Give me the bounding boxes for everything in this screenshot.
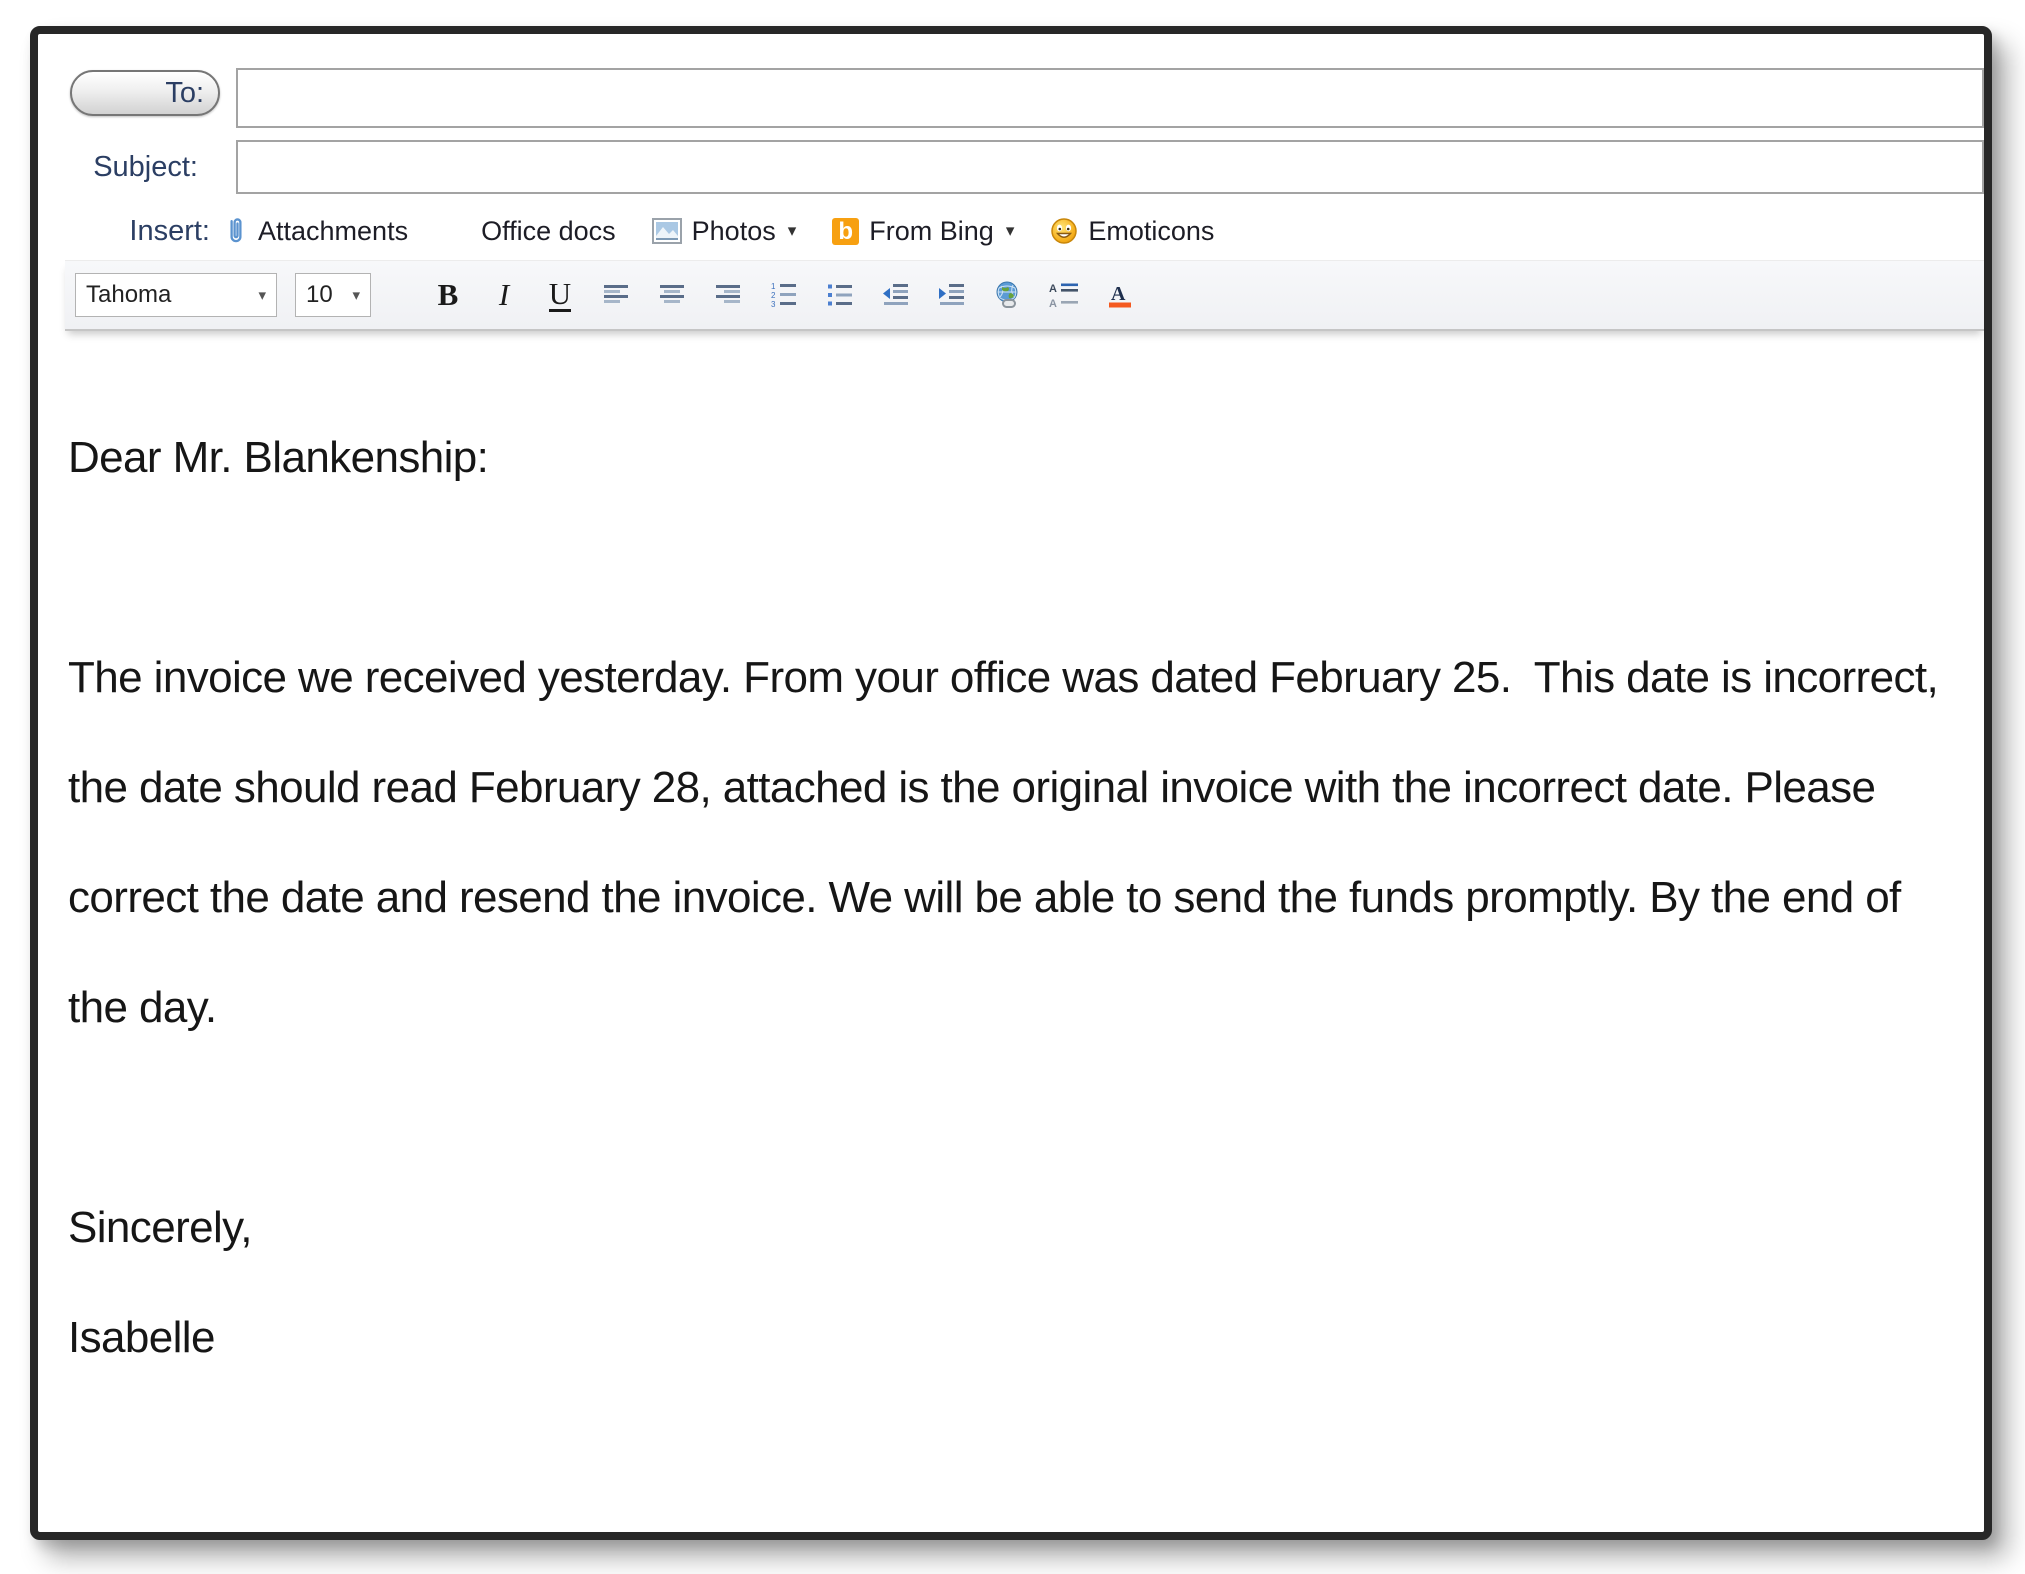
formatting-toolbar: Tahoma ▾ 10 ▾ B I U xyxy=(65,260,1984,331)
align-right-icon xyxy=(713,280,743,310)
italic-button[interactable]: I xyxy=(483,273,525,317)
insert-photos-button[interactable]: Photos ▾ xyxy=(652,216,797,247)
insert-toolbar: Insert: Attachments Office docs xyxy=(38,210,1984,252)
svg-text:A: A xyxy=(1111,283,1126,305)
closing-text: Sincerely, xyxy=(68,1173,1954,1283)
font-size-value: 10 xyxy=(306,281,333,309)
font-color-button[interactable]: A xyxy=(1099,273,1141,317)
font-size-select[interactable]: 10 ▾ xyxy=(295,273,371,317)
smiley-icon xyxy=(1050,217,1078,245)
subject-label: Subject: xyxy=(93,151,220,184)
indent-icon xyxy=(937,280,967,310)
align-center-button[interactable] xyxy=(651,273,693,317)
svg-text:2: 2 xyxy=(771,291,776,300)
font-family-value: Tahoma xyxy=(86,281,171,309)
insert-emoticons-button[interactable]: Emoticons xyxy=(1050,216,1214,247)
subject-input[interactable] xyxy=(236,140,1984,194)
outdent-icon xyxy=(881,280,911,310)
paragraph-text: The invoice we received yesterday. From … xyxy=(68,623,1954,1063)
numbered-list-icon: 1 2 3 xyxy=(769,280,799,310)
to-button[interactable]: To: xyxy=(70,70,220,116)
insert-item-label: From Bing xyxy=(869,216,994,247)
font-family-select[interactable]: Tahoma ▾ xyxy=(75,273,277,317)
insert-item-label: Attachments xyxy=(258,216,408,247)
numbered-list-button[interactable]: 1 2 3 xyxy=(763,273,805,317)
insert-item-label: Emoticons xyxy=(1088,216,1214,247)
svg-text:A: A xyxy=(1049,283,1057,295)
insert-item-label: Photos xyxy=(692,216,776,247)
insert-from-bing-button[interactable]: b From Bing ▾ xyxy=(832,216,1014,247)
italic-label: I xyxy=(499,277,509,313)
signature-text: Isabelle xyxy=(68,1283,1954,1393)
email-compose-window: To: Subject: Insert: Attachments xyxy=(30,26,1992,1540)
insert-label: Insert: xyxy=(129,215,220,248)
insert-link-globe-icon xyxy=(993,280,1023,310)
svg-text:A: A xyxy=(1049,298,1057,310)
subject-row: Subject: xyxy=(38,140,1984,194)
align-left-icon xyxy=(601,280,631,310)
dropdown-caret-icon: ▾ xyxy=(352,286,360,304)
outdent-button[interactable] xyxy=(875,273,917,317)
align-center-icon xyxy=(657,280,687,310)
insert-attachments-button[interactable]: Attachments xyxy=(224,216,408,247)
font-color-icon: A xyxy=(1105,280,1135,310)
office-grid-icon xyxy=(444,218,471,245)
underline-button[interactable]: U xyxy=(539,273,581,317)
bullet-list-button[interactable] xyxy=(819,273,861,317)
align-right-button[interactable] xyxy=(707,273,749,317)
insert-office-docs-button[interactable]: Office docs xyxy=(444,216,616,247)
insert-item-label: Office docs xyxy=(481,216,616,247)
to-button-label: To: xyxy=(165,77,204,110)
to-input[interactable] xyxy=(236,68,1984,128)
photo-icon xyxy=(652,218,682,244)
dropdown-caret-icon: ▾ xyxy=(258,286,266,304)
paperclip-icon xyxy=(224,216,248,246)
bold-label: B xyxy=(438,277,459,313)
text-direction-icon: A A xyxy=(1048,280,1080,310)
bing-icon: b xyxy=(832,218,859,245)
indent-button[interactable] xyxy=(931,273,973,317)
insert-link-button[interactable] xyxy=(987,273,1029,317)
bold-button[interactable]: B xyxy=(427,273,469,317)
align-left-button[interactable] xyxy=(595,273,637,317)
greeting-text: Dear Mr. Blankenship: xyxy=(68,403,1954,513)
underline-label: U xyxy=(549,278,571,312)
bullet-list-icon xyxy=(825,280,855,310)
to-row: To: xyxy=(38,68,1984,128)
svg-text:1: 1 xyxy=(771,282,776,291)
dropdown-caret-icon: ▾ xyxy=(788,221,797,241)
message-body-editor[interactable]: Dear Mr. Blankenship: The invoice we rec… xyxy=(68,403,1954,1393)
dropdown-caret-icon: ▾ xyxy=(1006,221,1015,241)
svg-text:3: 3 xyxy=(771,300,776,309)
text-direction-button[interactable]: A A xyxy=(1043,273,1085,317)
